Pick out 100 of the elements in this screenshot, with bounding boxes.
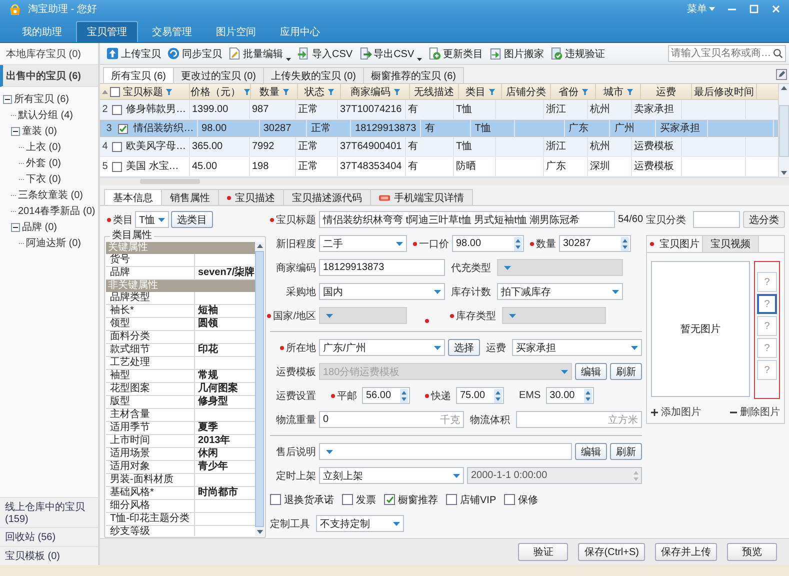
scrollbar-thumb[interactable] — [140, 179, 200, 184]
tree-item[interactable]: 外套 (0) — [26, 156, 61, 170]
attribute-value[interactable]: 印花 — [195, 344, 218, 356]
collapse-icon[interactable] — [11, 126, 20, 136]
checkbox[interactable] — [118, 124, 128, 134]
toolbar-button[interactable]: 违规验证 — [547, 44, 608, 62]
title-field[interactable]: 情侣装纺织林弯弯 t阿迪三叶草t恤 男式短袖t恤 潮男陈冠希 — [319, 211, 615, 228]
number-field[interactable]: 98.00 — [452, 235, 524, 252]
checkbox[interactable] — [112, 162, 122, 172]
column-header[interactable]: 数量 — [251, 84, 298, 99]
editor-tab[interactable]: 手机端宝贝详情 — [370, 189, 473, 205]
toolbar-button[interactable]: 同步宝贝 — [164, 44, 225, 62]
edit-icon[interactable] — [776, 69, 787, 80]
scrollbar[interactable] — [255, 242, 264, 536]
column-header[interactable]: 类目 — [459, 84, 502, 99]
checkbox[interactable] — [112, 142, 122, 152]
input-field[interactable]: 18129913873 — [319, 259, 445, 276]
sidebar-item[interactable]: 宝贝模板 (0) — [0, 546, 98, 565]
close-icon[interactable] — [771, 4, 781, 14]
column-header[interactable]: 无线描述 — [410, 84, 459, 99]
toolbar-button[interactable]: 导入CSV — [294, 44, 356, 62]
filter-icon[interactable] — [166, 88, 172, 94]
sort-icon[interactable] — [102, 90, 108, 94]
table-row[interactable]: 5 美国 水宝… 45.00 198 正常 37T48353404 有 防晒 广东 深圳 运费模板 — [100, 157, 778, 177]
attribute-value[interactable]: 修身型 — [195, 396, 228, 408]
nav-tab[interactable]: 交易管理 — [142, 21, 202, 42]
select-button[interactable]: 选择 — [448, 339, 480, 356]
list-tab[interactable]: 所有宝贝 (6) — [103, 67, 174, 83]
attribute-value[interactable]: 2013年 — [195, 435, 230, 447]
action-button[interactable]: 保存并上传 — [655, 543, 717, 561]
tree-item[interactable]: 上衣 (0) — [26, 140, 61, 154]
tree-item[interactable]: 三条纹童装 (0) — [18, 188, 83, 202]
dropdown-field[interactable] — [319, 443, 572, 460]
table-row[interactable]: 4 欧美风字母… 365.00 7992 正常 37T64900401 有 T恤 浙江 杭州 运费模板 — [100, 137, 778, 157]
scroll-up-icon[interactable] — [256, 244, 262, 248]
toolbar-button[interactable]: 导出CSV — [356, 44, 426, 62]
checkbox[interactable] — [112, 104, 122, 114]
select-category-button[interactable]: 选分类 — [743, 211, 785, 228]
column-header[interactable]: 状态 — [298, 84, 341, 99]
dropdown-field[interactable]: 国内 — [319, 283, 445, 300]
nav-tab[interactable]: 图片空间 — [206, 21, 266, 42]
filter-icon[interactable] — [626, 88, 632, 94]
add-image-link[interactable]: 添加图片 — [651, 405, 701, 419]
action-button[interactable]: 刷新 — [610, 443, 642, 460]
sidebar-item[interactable]: 线上仓库中的宝贝 (159) — [0, 497, 98, 527]
scroll-down-icon[interactable] — [781, 171, 787, 175]
dropdown-field[interactable]: 立刻上架 — [319, 467, 464, 484]
attribute-value[interactable]: 圆领 — [195, 318, 218, 330]
list-tab[interactable]: 更改过的宝贝 (0) — [173, 67, 264, 83]
attribute-value[interactable]: 常规 — [195, 370, 218, 382]
tree-item[interactable]: 下衣 (0) — [26, 172, 61, 186]
scroll-down-icon[interactable] — [256, 530, 262, 534]
attribute-value[interactable]: 休闲 — [195, 448, 218, 460]
dropdown-field[interactable]: 广东/广州 — [319, 339, 445, 356]
checkbox[interactable] — [110, 86, 120, 96]
column-header[interactable]: 店铺分类 — [502, 84, 551, 99]
input-field[interactable] — [693, 211, 740, 228]
attribute-value[interactable]: seven7/柒牌 — [195, 267, 255, 279]
column-header[interactable]: 商家编码 — [341, 84, 410, 99]
toolbar-button[interactable]: 批量编辑 — [225, 44, 294, 62]
action-button[interactable]: 保存(Ctrl+S) — [578, 543, 645, 561]
nav-tab[interactable]: 我的助理 — [12, 21, 72, 42]
number-field[interactable]: 75.00 — [456, 387, 504, 404]
media-tab[interactable]: 宝贝视频 — [703, 236, 759, 252]
filter-icon[interactable] — [282, 88, 288, 94]
filter-icon[interactable] — [582, 88, 588, 94]
list-tab[interactable]: 上传失败的宝贝 (0) — [263, 67, 364, 83]
tree-item[interactable]: 默认分组 (4) — [18, 108, 73, 122]
column-header[interactable]: 价格（元） — [190, 84, 251, 99]
tree-item[interactable]: 2014春季新品 (0) — [18, 204, 96, 218]
checkbox[interactable]: 退换货承诺 — [270, 492, 334, 506]
action-button[interactable]: 编辑 — [575, 443, 607, 460]
action-button[interactable]: 预览 — [727, 543, 777, 561]
list-tab[interactable]: 橱窗推荐的宝贝 (6) — [363, 67, 464, 83]
column-header[interactable]: 城市 — [596, 84, 641, 99]
toolbar-button[interactable]: 上传宝贝 — [103, 44, 164, 62]
checkbox[interactable]: 保修 — [504, 492, 538, 506]
action-button[interactable]: 验证 — [518, 543, 568, 561]
attribute-value[interactable]: 短袖 — [195, 305, 218, 317]
delete-image-link[interactable]: 删除图片 — [730, 405, 780, 419]
sidebar-item[interactable]: 出售中的宝贝 (6) — [0, 65, 98, 87]
attribute-value[interactable]: 青少年 — [195, 461, 228, 473]
number-field[interactable]: 56.00 — [362, 387, 410, 404]
dropdown-field[interactable]: T恤 — [135, 211, 170, 228]
select-category-button[interactable]: 选类目 — [171, 211, 214, 228]
dropdown-field[interactable]: 拍下减库存 — [497, 283, 623, 300]
collapse-icon[interactable] — [11, 222, 20, 232]
editor-tab[interactable]: 宝贝描述 — [218, 189, 284, 205]
column-header[interactable]: 宝贝标题 — [123, 84, 190, 99]
filter-icon[interactable] — [394, 88, 400, 94]
tree-item[interactable]: 阿迪达斯 (0) — [26, 236, 81, 250]
column-header[interactable]: 省份 — [551, 84, 596, 99]
collapse-icon[interactable] — [3, 94, 12, 104]
attribute-value[interactable]: 几何图案 — [195, 383, 238, 395]
dropdown-field[interactable]: 买家承担 — [512, 339, 642, 356]
filter-icon[interactable] — [328, 88, 334, 94]
input-field[interactable]: 0 千克 — [319, 411, 464, 428]
editor-tab[interactable]: 销售属性 — [161, 189, 219, 205]
dropdown-field[interactable]: 不支持定制 — [316, 515, 404, 532]
toolbar-button[interactable]: 图片搬家 — [486, 44, 548, 62]
